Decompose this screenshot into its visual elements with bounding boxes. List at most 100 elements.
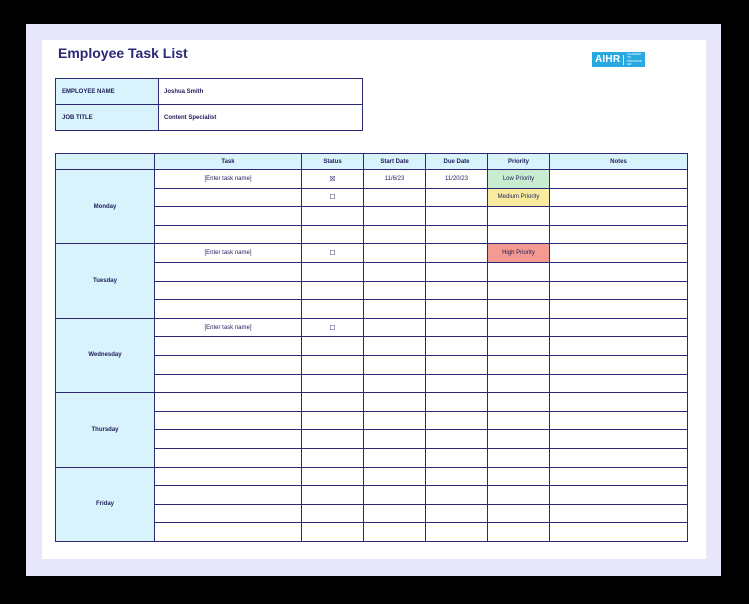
status-cell[interactable] [301,280,364,301]
status-checkbox[interactable]: ☐ [301,317,364,338]
status-cell[interactable] [301,447,364,468]
status-cell[interactable] [301,354,364,375]
notes-cell[interactable] [549,392,688,412]
notes-cell[interactable] [549,261,688,282]
priority-cell[interactable] [487,503,550,524]
due-date-cell[interactable] [425,485,488,505]
task-cell[interactable] [154,466,302,487]
start-date-cell[interactable] [363,373,426,394]
status-cell[interactable] [301,206,364,226]
notes-cell[interactable] [549,466,688,487]
status-cell[interactable] [301,392,364,412]
priority-cell[interactable] [487,392,550,412]
due-date-cell[interactable] [425,373,488,394]
priority-cell[interactable] [487,206,550,226]
priority-cell[interactable] [487,299,550,319]
task-cell[interactable] [154,336,302,356]
job-title-value[interactable]: Content Specialist [158,104,363,131]
due-date-cell[interactable] [425,392,488,412]
start-date-cell[interactable] [363,466,426,487]
priority-medium[interactable]: Medium Priority [487,187,550,208]
due-date-cell[interactable] [425,503,488,524]
priority-cell[interactable] [487,336,550,356]
due-date-cell[interactable] [425,280,488,301]
status-cell[interactable] [301,485,364,505]
due-date-cell[interactable] [425,317,488,338]
task-cell[interactable] [154,429,302,449]
start-date-cell[interactable] [363,522,426,542]
notes-cell[interactable] [549,317,688,338]
start-date-cell[interactable] [363,224,426,245]
status-cell[interactable] [301,261,364,282]
due-date-cell[interactable]: 11/20/23 [425,169,488,189]
due-date-cell[interactable] [425,354,488,375]
start-date-cell[interactable] [363,485,426,505]
notes-cell[interactable] [549,522,688,542]
priority-cell[interactable] [487,429,550,449]
start-date-cell[interactable] [363,317,426,338]
task-cell[interactable] [154,299,302,319]
due-date-cell[interactable] [425,299,488,319]
due-date-cell[interactable] [425,336,488,356]
status-cell[interactable] [301,429,364,449]
notes-cell[interactable] [549,224,688,245]
status-cell[interactable] [301,522,364,542]
start-date-cell[interactable] [363,280,426,301]
priority-cell[interactable] [487,466,550,487]
due-date-cell[interactable] [425,466,488,487]
start-date-cell[interactable] [363,299,426,319]
notes-cell[interactable] [549,447,688,468]
start-date-cell[interactable] [363,503,426,524]
task-cell[interactable]: [Enter task name] [154,243,302,263]
notes-cell[interactable] [549,336,688,356]
priority-cell[interactable] [487,485,550,505]
due-date-cell[interactable] [425,224,488,245]
status-checkbox[interactable]: ☐ [301,187,364,208]
start-date-cell[interactable] [363,261,426,282]
start-date-cell[interactable] [363,187,426,208]
notes-cell[interactable] [549,373,688,394]
priority-cell[interactable] [487,280,550,301]
due-date-cell[interactable] [425,429,488,449]
task-cell[interactable] [154,522,302,542]
task-cell[interactable] [154,447,302,468]
due-date-cell[interactable] [425,187,488,208]
task-cell[interactable] [154,503,302,524]
priority-cell[interactable] [487,317,550,338]
due-date-cell[interactable] [425,243,488,263]
task-cell[interactable] [154,485,302,505]
task-cell[interactable] [154,410,302,431]
due-date-cell[interactable] [425,410,488,431]
notes-cell[interactable] [549,280,688,301]
task-cell[interactable] [154,392,302,412]
priority-cell[interactable] [487,261,550,282]
priority-cell[interactable] [487,373,550,394]
task-cell[interactable] [154,206,302,226]
start-date-cell[interactable] [363,336,426,356]
task-cell[interactable]: [Enter task name] [154,169,302,189]
start-date-cell[interactable] [363,206,426,226]
priority-cell[interactable] [487,522,550,542]
task-cell[interactable] [154,354,302,375]
due-date-cell[interactable] [425,447,488,468]
status-checkbox-checked[interactable]: ☒ [301,169,364,189]
start-date-cell[interactable] [363,392,426,412]
notes-cell[interactable] [549,410,688,431]
status-checkbox[interactable]: ☐ [301,243,364,263]
status-cell[interactable] [301,410,364,431]
priority-high[interactable]: High Priority [487,243,550,263]
status-cell[interactable] [301,503,364,524]
status-cell[interactable] [301,224,364,245]
status-cell[interactable] [301,336,364,356]
task-cell[interactable] [154,261,302,282]
priority-cell[interactable] [487,224,550,245]
task-cell[interactable] [154,280,302,301]
start-date-cell[interactable] [363,410,426,431]
due-date-cell[interactable] [425,522,488,542]
due-date-cell[interactable] [425,206,488,226]
notes-cell[interactable] [549,187,688,208]
task-cell[interactable] [154,224,302,245]
notes-cell[interactable] [549,503,688,524]
start-date-cell[interactable] [363,429,426,449]
notes-cell[interactable] [549,485,688,505]
